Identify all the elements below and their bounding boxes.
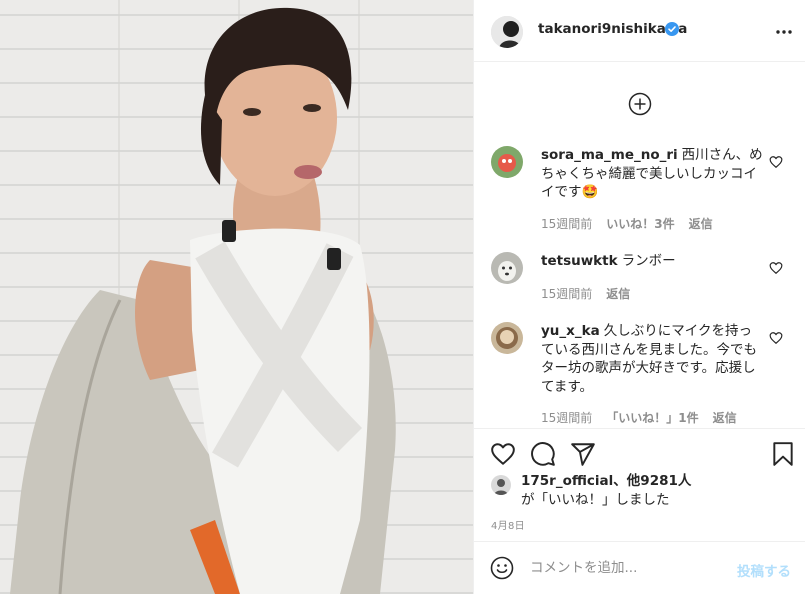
comment-likes[interactable]: いいね！3件 bbox=[606, 217, 674, 231]
comment-likes[interactable]: 「いいね！」1件 bbox=[606, 411, 698, 425]
comment-text: ランボー bbox=[621, 253, 676, 269]
comment-username[interactable]: yu_x_ka bbox=[541, 323, 600, 339]
liked-by-others[interactable]: 、他9281人 bbox=[613, 473, 691, 489]
post-photo[interactable] bbox=[0, 0, 473, 594]
post-header: takanori9nishikawa bbox=[474, 0, 805, 62]
comment-text-block: tetsuwktk ランボー bbox=[541, 252, 763, 271]
comment-heart-icon[interactable] bbox=[769, 331, 783, 345]
reply-button[interactable]: 返信 bbox=[689, 217, 713, 231]
comment-text-block: yu_x_ka 久しぶりにマイクを持っている西川さんを見ました。今でもター坊の歌声… bbox=[541, 322, 763, 396]
post-comment-button[interactable]: 投稿する bbox=[737, 560, 791, 580]
comment-meta: 15週間前 いいね！3件 返信 bbox=[541, 215, 727, 232]
liked-by-line: 175r_official、他9281人 bbox=[521, 472, 691, 491]
comment-input[interactable] bbox=[530, 557, 730, 579]
heart-icon[interactable] bbox=[490, 441, 516, 467]
comment-username[interactable]: tetsuwktk bbox=[541, 253, 618, 269]
emoji-icon[interactable] bbox=[490, 556, 514, 580]
commenter-avatar[interactable] bbox=[491, 252, 523, 284]
comment-meta: 15週間前 「いいね！」1件 返信 bbox=[541, 409, 751, 426]
commenter-avatar[interactable] bbox=[491, 146, 523, 178]
reply-button[interactable]: 返信 bbox=[606, 287, 630, 301]
paper-plane-icon[interactable] bbox=[570, 441, 596, 467]
comment-time[interactable]: 15週間前 bbox=[541, 217, 592, 231]
add-comment-bar: 投稿する bbox=[474, 541, 805, 594]
bookmark-icon[interactable] bbox=[770, 441, 796, 467]
commenter-avatar[interactable] bbox=[491, 322, 523, 354]
comment-heart-icon[interactable] bbox=[769, 261, 783, 275]
more-horizontal-icon[interactable] bbox=[774, 22, 794, 42]
post-date[interactable]: 4月8日 bbox=[491, 517, 525, 532]
post-detail-panel: takanori9nishikawa sora_ma_me_no_ri 西川さん、… bbox=[473, 0, 805, 594]
comment-heart-icon[interactable] bbox=[769, 155, 783, 169]
comment-time[interactable]: 15週間前 bbox=[541, 287, 592, 301]
plus-circle-icon[interactable] bbox=[628, 92, 652, 116]
liker-avatar[interactable] bbox=[491, 475, 511, 495]
comment-username[interactable]: sora_ma_me_no_ri bbox=[541, 147, 678, 163]
action-bar bbox=[474, 428, 805, 478]
author-avatar[interactable] bbox=[491, 16, 523, 48]
photo-subject bbox=[10, 7, 396, 594]
liker-username[interactable]: 175r_official bbox=[521, 473, 613, 489]
liked-by-suffix: が「いいね！」しました bbox=[521, 492, 670, 508]
comment-text-block: sora_ma_me_no_ri 西川さん、めちゃくちゃ綺麗で美しいしカッコイイで… bbox=[541, 146, 763, 202]
reply-button[interactable]: 返信 bbox=[713, 411, 737, 425]
verified-badge-icon bbox=[665, 22, 679, 36]
comment-meta: 15週間前 返信 bbox=[541, 285, 644, 302]
comment-time[interactable]: 15週間前 bbox=[541, 411, 592, 425]
comment-icon[interactable] bbox=[530, 441, 556, 467]
